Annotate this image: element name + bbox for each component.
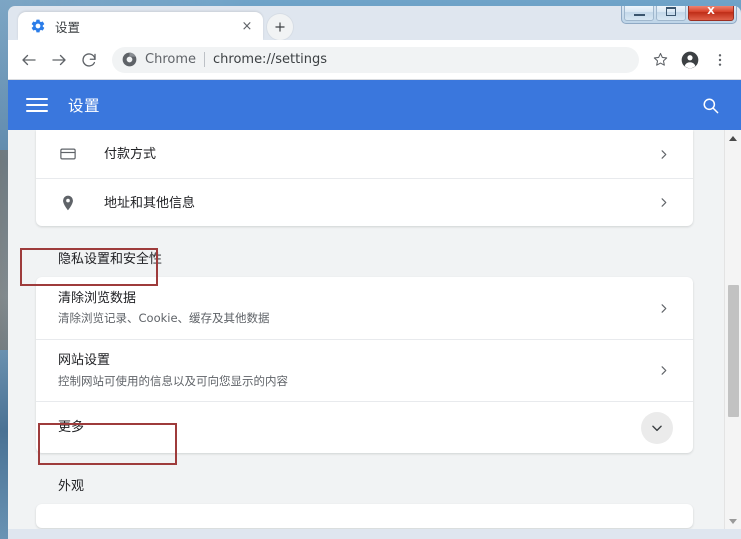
chevron-right-icon[interactable] — [655, 365, 671, 376]
omnibox-scheme-label: Chrome — [145, 52, 196, 67]
reload-button[interactable] — [74, 45, 104, 75]
hamburger-line — [26, 98, 48, 100]
plus-icon — [275, 22, 285, 32]
settings-row-text: 网站设置 控制网站可使用的信息以及可向您显示的内容 — [58, 351, 655, 390]
scrollbar-thumb[interactable] — [728, 285, 739, 417]
browser-tab-settings[interactable]: 设置 × — [18, 12, 263, 40]
settings-row-subtitle: 清除浏览记录、Cookie、缓存及其他数据 — [58, 311, 270, 326]
scroll-up-button[interactable] — [725, 130, 741, 146]
settings-row-more[interactable]: 更多 — [36, 401, 693, 453]
hamburger-line — [26, 110, 48, 112]
scroll-down-button[interactable] — [725, 513, 741, 529]
three-dots-menu-icon — [718, 53, 722, 66]
settings-app-header: 设置 — [8, 80, 741, 130]
forward-button[interactable] — [44, 45, 74, 75]
credit-card-icon — [58, 144, 78, 164]
tab-strip: 设置 × X — [8, 6, 741, 40]
privacy-card: 清除浏览数据 清除浏览记录、Cookie、缓存及其他数据 网站设置 控制网站可使… — [36, 277, 693, 453]
omnibox-separator — [204, 52, 205, 67]
page-title: 设置 — [68, 97, 101, 115]
arrow-right-icon — [52, 54, 66, 65]
browser-toolbar: Chrome chrome://settings — [8, 40, 741, 80]
expand-more-button[interactable] — [641, 411, 673, 444]
settings-row-payment-methods[interactable]: 付款方式 — [36, 130, 693, 178]
chevron-down-icon — [652, 425, 662, 431]
settings-content-area: 付款方式 地址和其他信息 隐私设置和安全性 清除浏览数据 清除浏览记录、Cook… — [8, 130, 741, 529]
settings-content: 付款方式 地址和其他信息 隐私设置和安全性 清除浏览数据 清除浏览记录、Cook… — [8, 130, 721, 529]
account-circle-icon — [681, 51, 699, 68]
settings-row-site-settings[interactable]: 网站设置 控制网站可使用的信息以及可向您显示的内容 — [36, 339, 693, 401]
browser-menu-button[interactable] — [705, 45, 735, 75]
autofill-card: 付款方式 地址和其他信息 — [36, 130, 693, 226]
settings-row-title: 付款方式 — [104, 147, 157, 163]
arrow-left-icon — [22, 54, 36, 65]
settings-row-addresses[interactable]: 地址和其他信息 — [36, 178, 693, 226]
appearance-card — [36, 504, 693, 528]
settings-search-button[interactable] — [697, 92, 723, 118]
omnibox-url: chrome://settings — [213, 52, 328, 67]
settings-row-title: 更多 — [58, 419, 85, 435]
settings-row-clear-browsing-data[interactable]: 清除浏览数据 清除浏览记录、Cookie、缓存及其他数据 — [36, 277, 693, 339]
address-bar[interactable]: Chrome chrome://settings — [112, 46, 639, 73]
settings-row-title: 地址和其他信息 — [104, 195, 196, 211]
star-icon — [653, 52, 667, 66]
profile-button[interactable] — [675, 45, 705, 75]
close-window-button[interactable]: X — [688, 6, 734, 21]
minimize-button[interactable] — [624, 6, 654, 21]
triangle-down-icon — [729, 518, 737, 524]
settings-row-text: 付款方式 — [104, 143, 655, 165]
hamburger-line — [26, 104, 48, 106]
hamburger-icon[interactable] — [26, 94, 48, 116]
vertical-scrollbar[interactable] — [724, 130, 741, 529]
chevron-right-icon[interactable] — [655, 197, 671, 208]
location-pin-icon — [58, 193, 78, 213]
settings-row-text: 地址和其他信息 — [104, 192, 655, 214]
triangle-up-icon — [729, 135, 737, 141]
maximize-button[interactable] — [656, 6, 686, 21]
gear-icon — [30, 18, 46, 34]
chevron-right-icon[interactable] — [655, 303, 671, 314]
chevron-right-icon[interactable] — [655, 149, 671, 160]
close-icon[interactable]: × — [239, 18, 255, 34]
settings-row-text: 更多 — [58, 418, 671, 438]
maximize-icon — [666, 7, 676, 16]
browser-window: 设置 × X Chrome chrome://settings 设置 付款方式 … — [8, 6, 741, 539]
search-icon — [702, 97, 718, 113]
window-controls: X — [621, 6, 737, 24]
settings-row-text: 清除浏览数据 清除浏览记录、Cookie、缓存及其他数据 — [58, 289, 655, 328]
minimize-icon — [633, 13, 645, 16]
settings-row-title: 清除浏览数据 — [58, 290, 137, 306]
section-header-appearance: 外观 — [58, 479, 85, 494]
settings-row-title: 网站设置 — [58, 353, 111, 369]
new-tab-button[interactable] — [267, 14, 293, 40]
section-header-privacy: 隐私设置和安全性 — [58, 252, 163, 267]
reload-icon — [82, 52, 96, 67]
tab-title: 设置 — [55, 19, 81, 35]
chrome-logo-icon — [122, 52, 137, 67]
settings-row-subtitle: 控制网站可使用的信息以及可向您显示的内容 — [58, 373, 288, 388]
back-button[interactable] — [14, 45, 44, 75]
bookmark-star-button[interactable] — [645, 45, 675, 75]
